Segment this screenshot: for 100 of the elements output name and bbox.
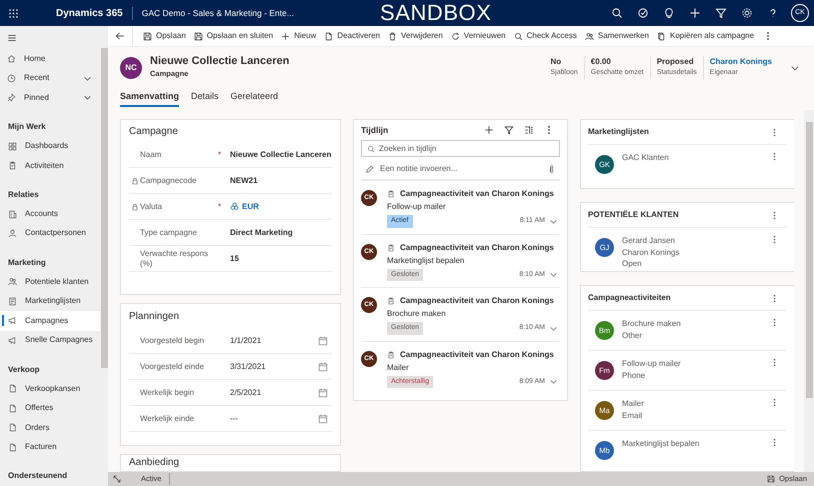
date-picker-button[interactable] [318,362,328,372]
section-title: Planningen [128,310,180,324]
field-value: Nieuwe Collectie Lanceren [230,148,332,160]
sort-button[interactable] [524,125,534,135]
sidebar-item-label: Accounts [25,208,58,220]
tab[interactable]: Samenvatting [120,88,180,107]
app-name[interactable]: Dynamics 365 [56,6,123,20]
required-mark: * [218,202,222,210]
calendar-icon [318,388,328,398]
record-avatar: NC [120,56,142,78]
sidebar-item[interactable]: Campagnes [0,311,100,331]
date-picker-button[interactable] [318,388,328,398]
sidebar-item[interactable]: Verkoopkansen [0,379,100,399]
sidebar-item[interactable]: Recent [0,68,100,88]
sidebar-item[interactable]: Potentiele klanten [0,272,100,292]
sidebar-item[interactable]: Orders [0,418,100,438]
record-title: Nieuwe Collectie Lanceren [150,55,290,68]
sort-icon [524,125,534,135]
section-title: Aanbieding [128,456,180,469]
field-label: Voorgesteld einde [140,360,206,372]
sidebar-item-label: Campagnes [25,314,68,327]
tab[interactable]: Details [191,88,219,107]
field-label: Werkelijk einde [140,412,196,424]
entry-subject: Mailer [387,362,410,374]
sidebar-item[interactable]: Pinned [0,88,100,108]
sidebar-item-label: Dashboards [25,140,68,152]
calendar-icon [318,362,328,372]
field-value: 15 [230,252,239,264]
command-button[interactable]: Opslaan [139,30,190,42]
note-field[interactable]: Een notitie invoeren... [361,159,560,181]
section-title: POTENTIËLE KLANTEN [588,209,679,221]
command-button[interactable]: Check Access [510,30,581,42]
sidebar-item[interactable]: Snelle Campagnes [0,330,100,350]
command-button[interactable]: Vernieuwen [446,30,510,42]
header-field-value[interactable]: Charon Konings [710,56,772,68]
entry-title: Campagneactiviteit van Charon Konings [400,188,554,200]
sidebar-item[interactable]: Accounts [0,204,100,224]
filter-button[interactable] [504,125,514,135]
search-field[interactable]: Zoeken in tijdlijn [361,140,560,157]
pin-icon [7,93,16,102]
document-icon [8,423,17,432]
sidebar-item-label: Potentiele klanten [25,276,89,288]
sidebar-group-title: Ondersteunend [7,470,68,482]
search-icon [610,7,622,19]
field-label: Verwachte respons (%) [140,248,210,268]
waffle-icon [8,8,18,18]
sidebar-group-title: Relaties [7,188,40,201]
sidebar-group-title: Marketing [7,256,47,269]
person-icon [8,228,17,238]
sidebar-item[interactable]: Contactpersonen [0,224,100,244]
sidebar-item[interactable]: Facturen [0,437,100,457]
sidebar-item-label: Facturen [25,441,57,454]
entry-title: Campagneactiviteit van Charon Konings [400,295,554,307]
sidebar-group-title: Mijn Werk [7,120,47,133]
clipboard-icon [8,161,17,170]
command-button[interactable]: Nieuw [277,30,320,42]
section-title: Tijdlijn [361,124,388,136]
sidebar-item-label: Snelle Campagnes [25,334,93,346]
section-title: Campagneactiviteiten [588,292,671,304]
record-line: Brochure maken [622,318,681,330]
record-line: Marketinglijst bepalen [622,438,700,450]
command-button[interactable]: Samenwerken [580,30,653,42]
copy-icon [657,32,666,40]
open-in-window-button[interactable] [113,475,121,483]
sidebar-item[interactable]: Marketinglijsten [0,292,100,312]
entry-title: Campagneactiviteit van Charon Konings [400,348,554,360]
list-icon [8,296,17,306]
command-button[interactable]: Deactiveren [320,30,384,42]
filter-icon [714,7,726,19]
field-value: 3/31/2021 [230,360,267,372]
calendar-icon [318,414,328,424]
record-line: Gerard Jansen [622,235,676,246]
field-value-link[interactable]: EUR [242,200,259,212]
search-placeholder: Zoeken in tijdlijn [379,142,436,154]
document-icon [324,32,334,40]
record-line: Other [622,330,644,341]
field-value: 2/5/2021 [230,386,262,398]
command-button[interactable]: Opslaan en sluiten [190,30,278,42]
command-button[interactable]: Verwijderen [384,30,447,42]
scrollbar[interactable] [804,110,814,472]
sidebar-item-label: Orders [25,422,50,434]
record-line: Phone [622,370,646,381]
date-picker-button[interactable] [318,336,328,346]
home-icon [7,54,16,64]
field-value: Direct Marketing [230,226,293,238]
calendar-icon [318,336,328,346]
sidebar-item[interactable]: Activiteiten [0,156,100,176]
sidebar-item[interactable]: Home [0,48,100,68]
sidebar-item[interactable]: Dashboards [0,136,100,156]
entry-subject: Follow-up mailer [387,201,447,213]
command-button[interactable]: Kopiëren als campagne [653,30,758,42]
section-title: Campagne [128,125,179,139]
megaphone-icon [8,336,17,345]
record-line: Mailer [622,398,644,410]
clipboard-icon [387,297,395,305]
plus-icon [688,7,700,19]
section-title: Marketinglijsten [588,126,649,138]
sidebar-item[interactable]: Offertes [0,398,100,418]
tab[interactable]: Gerelateerd [230,88,278,107]
date-picker-button[interactable] [318,414,328,424]
